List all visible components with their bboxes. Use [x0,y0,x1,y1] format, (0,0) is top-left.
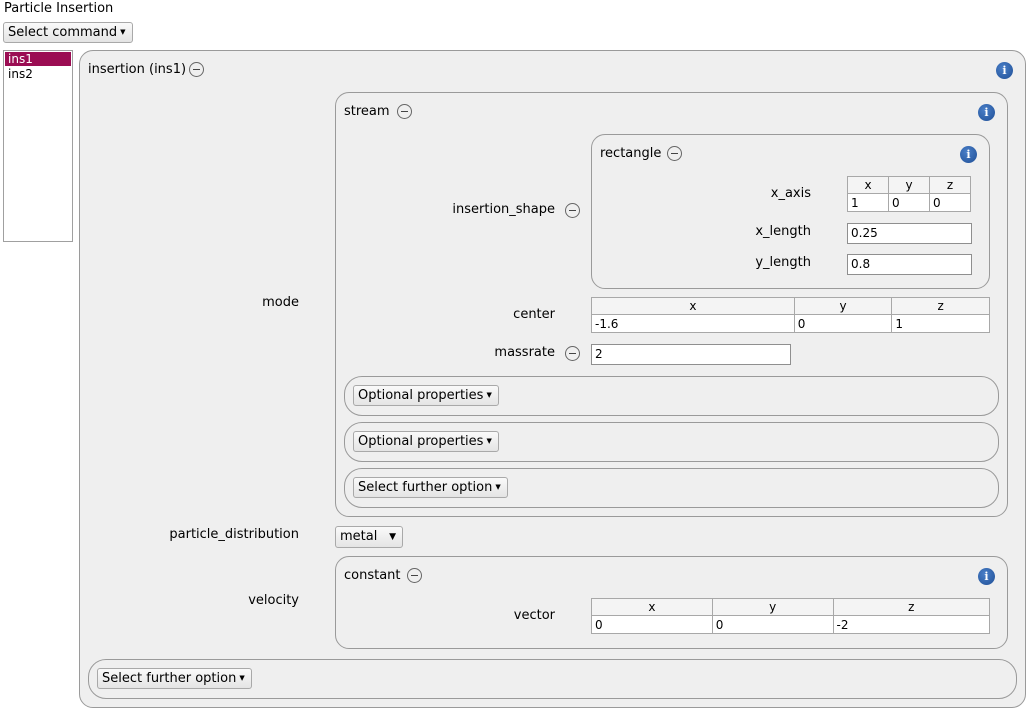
column-header: z [891,297,990,315]
vector-label: vector [513,608,555,623]
column-header: x [847,176,889,194]
window-title: Particle Insertion [4,1,114,16]
insertion-shape-label: insertion_shape [452,202,555,217]
x-length-field[interactable]: 0.25 [847,223,972,244]
vector-x-cell[interactable]: 0 [591,615,713,634]
velocity-label: velocity [248,593,299,608]
center-x-cell[interactable]: -1.6 [591,314,795,333]
collapse-stream-icon[interactable] [397,104,412,119]
massrate-field[interactable]: 2 [591,344,791,365]
caret-down-icon: ▼ [486,391,492,399]
optional-properties-button[interactable]: Optional properties ▼ [353,385,499,406]
column-header: z [832,598,991,616]
x-axis-y-cell[interactable]: 0 [888,193,930,212]
x-axis-x-cell[interactable]: 1 [847,193,889,212]
caret-down-icon: ▼ [120,28,126,36]
vector-y-cell[interactable]: 0 [711,615,834,634]
center-label: center [513,307,555,322]
optional-properties-label: Optional properties [358,388,484,403]
caret-down-icon: ▼ [239,674,245,682]
list-item[interactable]: ins1 [5,52,71,66]
column-header: x [591,297,795,315]
info-icon[interactable]: i [978,104,995,121]
mode-label: mode [262,295,299,310]
y-length-label: y_length [755,255,811,270]
caret-down-icon: ▼ [486,437,492,445]
collapse-massrate-icon[interactable] [565,346,580,361]
x-axis-vector: x y z 1 0 0 [847,176,971,212]
stream-title: stream [344,104,390,119]
particle-distribution-label: particle_distribution [169,527,299,542]
info-icon[interactable]: i [960,146,977,163]
collapse-insertion-icon[interactable] [189,62,204,77]
optional-properties-label: Optional properties [358,434,484,449]
particle-distribution-select[interactable]: metal ▼ [335,526,403,548]
center-vector: x y z -1.6 0 1 [591,297,990,333]
vector-z-cell[interactable]: -2 [832,615,991,634]
info-icon[interactable]: i [978,568,995,585]
collapse-rectangle-icon[interactable] [667,146,682,161]
collapse-constant-icon[interactable] [407,568,422,583]
center-y-cell[interactable]: 0 [793,314,893,333]
caret-down-icon: ▼ [389,532,396,542]
insertion-title: insertion (ins1) [88,62,187,77]
x-axis-label: x_axis [770,186,811,201]
select-command-button[interactable]: Select command ▼ [3,22,133,43]
collapse-insertion-shape-icon[interactable] [565,203,580,218]
column-header: y [711,598,834,616]
y-length-field[interactable]: 0.8 [847,254,972,275]
constant-title: constant [344,568,401,583]
info-icon[interactable]: i [996,62,1013,79]
optional-properties-button[interactable]: Optional properties ▼ [353,431,499,452]
select-further-option-button[interactable]: Select further option ▼ [97,668,252,689]
center-z-cell[interactable]: 1 [891,314,990,333]
rectangle-title: rectangle [600,146,662,161]
column-header: x [591,598,713,616]
caret-down-icon: ▼ [495,483,501,491]
velocity-vector: x y z 0 0 -2 [591,598,991,634]
column-header: z [929,176,971,194]
particle-distribution-value: metal [340,529,378,544]
select-command-label: Select command [8,25,118,40]
massrate-label: massrate [494,345,555,360]
column-header: y [888,176,930,194]
further-option-label: Select further option [358,480,493,495]
x-axis-z-cell[interactable]: 0 [929,193,971,212]
select-further-option-button[interactable]: Select further option ▼ [353,477,508,498]
insertion-list[interactable]: ins1 ins2 [3,50,73,242]
list-item[interactable]: ins2 [5,67,71,81]
column-header: y [793,297,893,315]
further-option-label: Select further option [102,671,237,686]
x-length-label: x_length [755,224,811,239]
